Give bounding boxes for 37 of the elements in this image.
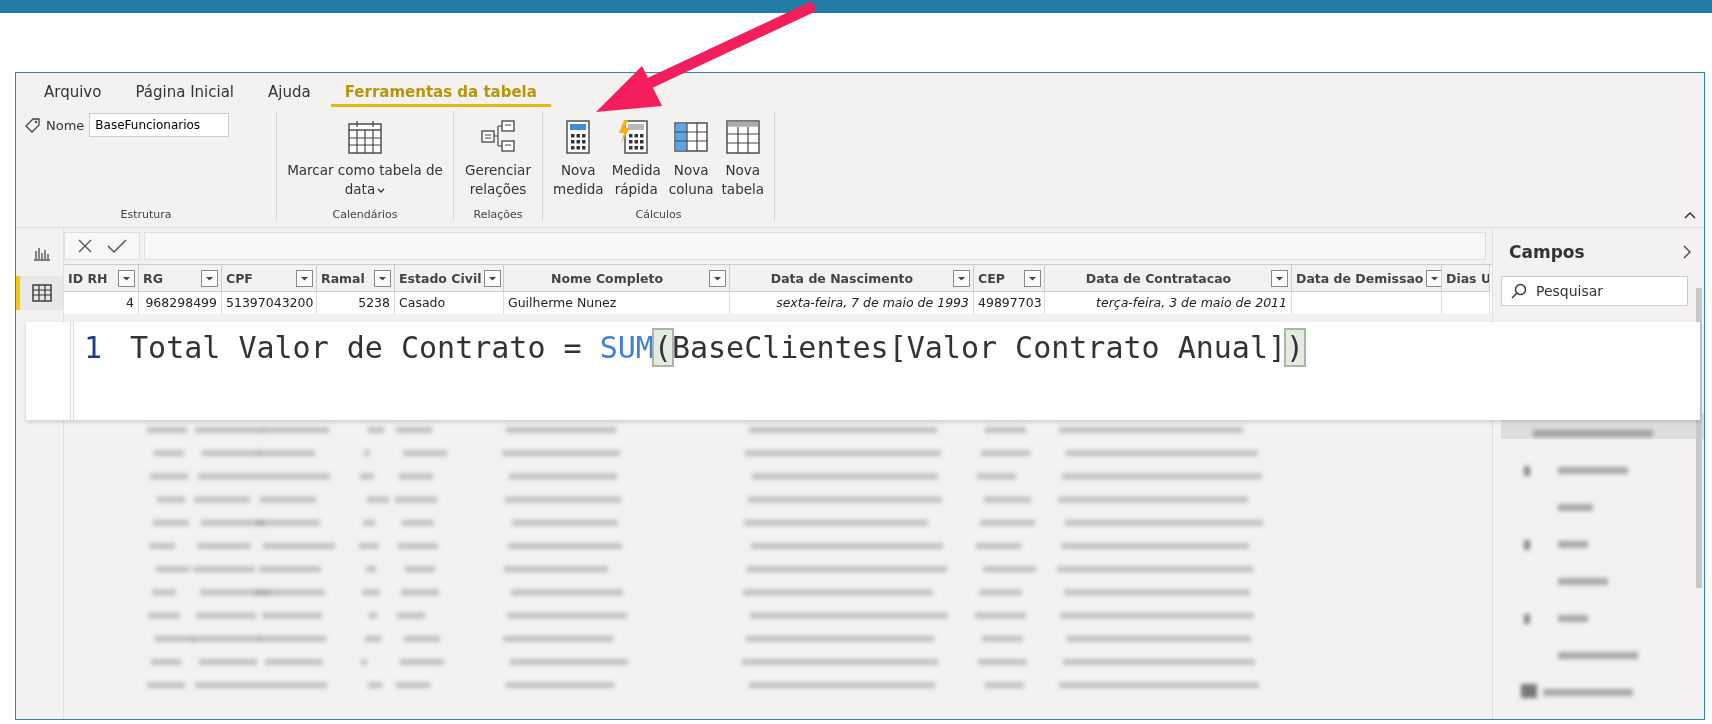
table-cell: Casado xyxy=(395,292,504,314)
group-title: Relações xyxy=(472,208,524,221)
ribbon-button[interactable]: Nova medida xyxy=(551,117,606,201)
column-header[interactable]: CPF xyxy=(222,265,317,292)
column-header[interactable]: RG xyxy=(139,265,222,292)
name-field[interactable]: BaseFuncionarios xyxy=(89,113,230,137)
column-header[interactable]: CEP xyxy=(974,265,1045,292)
ribbon-button[interactable]: Nova tabela xyxy=(719,117,767,201)
table-cell: 4 xyxy=(64,292,139,314)
column-header[interactable]: Estado Civil xyxy=(395,265,504,292)
column-header[interactable]: Data de Contratacao xyxy=(1045,265,1292,292)
column-header[interactable]: Nome Completo xyxy=(504,265,730,292)
ribbon-button[interactable]: Medida rápida xyxy=(609,117,663,201)
table-cell: 51397043200 xyxy=(222,292,317,314)
column-header[interactable]: Data de Demissao xyxy=(1292,265,1442,292)
ribbon-button[interactable]: Gerenciar relações xyxy=(463,117,533,201)
column-header[interactable]: ID RH xyxy=(64,265,139,292)
column-header[interactable]: Data de Nascimento xyxy=(730,265,974,292)
group-title: Estrutura xyxy=(119,208,173,221)
table-cell: 49897703 xyxy=(974,292,1045,314)
ribbon-button[interactable]: Marcar como tabela de data xyxy=(285,117,445,201)
table-cell: terça-feira, 3 de maio de 2011 xyxy=(1045,292,1292,314)
search-field[interactable]: Pesquisar xyxy=(1501,276,1688,306)
table-cell: 968298499 xyxy=(139,292,222,314)
ribbon-tab[interactable]: Ajuda xyxy=(254,79,325,107)
dax-formula: 1 Total Valor de Contrato = SUM(BaseClientes[Valor Contrato Anual]) xyxy=(83,329,1305,367)
table-cell: Guilherme Nunez xyxy=(504,292,730,314)
ribbon-tab[interactable]: Página Inicial xyxy=(121,79,248,107)
column-header[interactable]: Ramal xyxy=(317,265,395,292)
group-title: Calendários xyxy=(331,208,399,221)
group-title: Cálculos xyxy=(634,208,683,221)
ribbon-tab[interactable]: Arquivo xyxy=(30,79,116,107)
table-cell: 5238 xyxy=(317,292,395,314)
name-label: Nome xyxy=(46,117,85,133)
ribbon-button[interactable]: Nova coluna xyxy=(666,117,716,201)
table-cell: sexta-feira, 7 de maio de 1993 xyxy=(730,292,974,314)
panel-title: Campos xyxy=(1509,242,1585,262)
